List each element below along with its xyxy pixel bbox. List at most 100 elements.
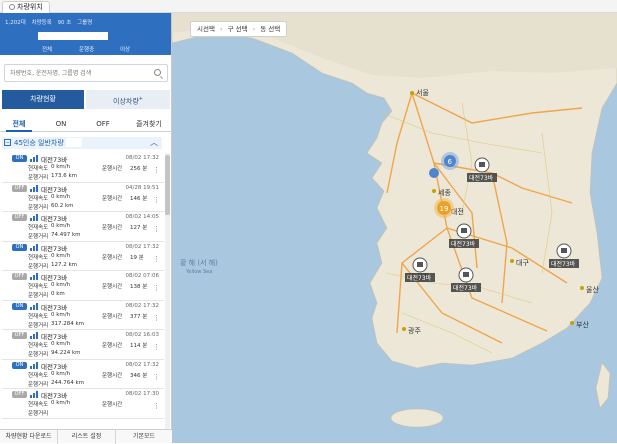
signal-icon — [30, 184, 38, 192]
speed-label: 현재속도 — [28, 372, 49, 379]
more-options-icon[interactable]: ⋮ — [153, 166, 160, 174]
label-all: 전체 — [42, 47, 53, 53]
drive-time-label: 운행시간 — [102, 402, 123, 408]
bus-body — [463, 272, 469, 277]
vehicle-row[interactable]: OFF 대전73바 08/02 17:30 현재속도 0 km/h 운행시간 운행거리 ⋮ — [2, 389, 164, 419]
signal-icon — [30, 302, 38, 310]
more-options-icon[interactable]: ⋮ — [153, 373, 160, 381]
vehicle-row[interactable]: OFF 대전73바 08/02 16:03 현재속도 0 km/h 운행시간 114 분 운행… — [2, 330, 164, 360]
breadcrumb: 시선택 › 구 선택 › 동 선택 — [190, 21, 288, 37]
crumb-dong[interactable]: 동 선택 — [260, 25, 280, 33]
vehicle-plate: 대전73바 — [41, 362, 68, 371]
drive-time-label: 운행시간 — [102, 225, 123, 231]
tab-off[interactable]: OFF — [90, 117, 116, 132]
vehicle-row[interactable]: ON 대전73바 08/02 17:32 현재속도 0 km/h 운행시간 346 분 운행거… — [2, 360, 164, 389]
bottom-toolbar: 차량현황 다운로드 리스트 설정 기본모드 — [0, 429, 172, 444]
speed-label: 현재속도 — [28, 313, 49, 320]
city-dot-ulsan — [580, 286, 584, 290]
scrollbar-thumb[interactable] — [165, 155, 170, 215]
distance-label: 운행거리 — [28, 293, 49, 299]
city-sejong: 세종 — [438, 188, 451, 197]
drive-time-label: 운행시간 — [102, 195, 123, 202]
distance-label: 운행거리 — [28, 322, 49, 329]
last-update-time: 08/02 14:05 — [125, 214, 159, 220]
search-icon[interactable] — [154, 69, 161, 76]
vehicle-plate: 대전73바 — [41, 244, 68, 253]
cluster-marker-19[interactable]: 19 — [434, 198, 454, 218]
speed-label: 현재속도 — [28, 254, 49, 261]
group-name[interactable]: 그룹명 — [77, 20, 92, 26]
marker-plate: 대전73바 — [469, 174, 494, 182]
tab-vehicle-status[interactable]: 차량현황 — [2, 90, 84, 109]
status-badge: OFF — [12, 214, 27, 221]
more-options-icon[interactable]: ⋮ — [153, 255, 160, 263]
cluster-marker-6[interactable]: 6 — [441, 152, 459, 170]
tab-vehicle-location[interactable]: 차량위치 — [2, 1, 50, 13]
status-badge: OFF — [12, 332, 27, 339]
crumb-city[interactable]: 시선택 — [197, 25, 215, 33]
city-dot-gwangju — [402, 327, 406, 331]
header-stats: 1,202대 차량등록 90 초 그룹명 — [5, 18, 96, 26]
vehicle-row[interactable]: ON 대전73바 08/02 17:32 현재속도 0 km/h 운행시간 377 분 운행거… — [2, 301, 164, 330]
drive-time-label: 운행시간 — [102, 313, 123, 320]
last-update-time: 08/02 17:32 — [125, 243, 159, 250]
tab-on[interactable]: ON — [48, 117, 74, 132]
vehicle-row[interactable]: ON 대전73바 08/02 17:32 현재속도 0 km/h 운행시간 256 분 운행거… — [2, 153, 164, 183]
last-update-time: 08/02 17:32 — [125, 302, 159, 309]
minus-icon[interactable]: − — [4, 139, 11, 146]
vehicle-count: 1,202대 — [5, 20, 26, 26]
more-options-icon[interactable]: ⋮ — [153, 225, 160, 233]
refresh-interval[interactable]: 90 초 — [58, 20, 72, 26]
distance-value: 0 km — [51, 291, 65, 297]
map-canvas[interactable]: 황 해 (서 해) Yellow Sea 서울 세종 대전 전주 광주 대구 부… — [172, 13, 617, 443]
chevron-right-icon: › — [219, 25, 223, 33]
signal-icon — [30, 214, 38, 221]
status-badge: OFF — [12, 184, 27, 192]
vehicle-row[interactable]: ON 대전73바 08/02 17:32 현재속도 0 km/h 운행시간 19 분 운행거리… — [2, 242, 164, 271]
cluster-marker-small[interactable] — [429, 168, 439, 178]
more-options-icon[interactable]: ⋮ — [153, 284, 160, 292]
vehicle-row[interactable]: OFF 대전73바 08/02 07:06 현재속도 0 km/h 운행시간 138 분 운행… — [2, 271, 164, 301]
tab-title: 차량위치 — [17, 3, 43, 11]
search-input[interactable] — [5, 65, 145, 81]
city-dot-sejong — [432, 189, 436, 193]
default-mode-button[interactable]: 기본모드 — [116, 430, 172, 444]
distance-value: 173.6 km — [51, 173, 78, 179]
drive-time-value: 377 분 — [130, 313, 148, 320]
list-scrollbar[interactable] — [165, 153, 170, 429]
tab-favorites[interactable]: 즐겨찾기 — [130, 117, 168, 132]
chevron-up-icon[interactable]: ︿ — [150, 137, 158, 148]
status-badge: OFF — [12, 391, 27, 398]
last-update-time: 04/28 19:51 — [125, 184, 159, 191]
status-badge: ON — [12, 155, 27, 162]
more-options-icon[interactable]: ⋮ — [153, 402, 160, 410]
distance-label: 운행거리 — [28, 263, 49, 270]
bus-body — [417, 262, 423, 267]
speed-value: 0 km/h — [51, 370, 71, 377]
more-options-icon[interactable]: ⋮ — [153, 343, 160, 351]
vehicle-list: ON 대전73바 08/02 17:32 현재속도 0 km/h 운행시간 256 분 운행거… — [2, 153, 164, 429]
vehicle-row[interactable]: OFF 대전73바 08/02 14:05 현재속도 0 km/h 운행시간 127 분 운행… — [2, 212, 164, 242]
status-badge: ON — [12, 361, 27, 369]
speed-label: 현재속도 — [28, 166, 49, 172]
drive-time-label: 운행시간 — [102, 166, 123, 172]
group-header[interactable]: − 45인승 일반차량 ︿ — [2, 137, 162, 149]
map-view[interactable]: 황 해 (서 해) Yellow Sea 서울 세종 대전 전주 광주 대구 부… — [172, 13, 617, 443]
sea-label-en: Yellow Sea — [185, 269, 212, 275]
tab-all[interactable]: 전체 — [6, 117, 32, 132]
tab-abnormal-vehicle[interactable]: 이상차량+ — [86, 90, 170, 109]
last-update-time: 08/02 17:32 — [125, 361, 159, 368]
speed-value: 0 km/h — [51, 164, 71, 170]
list-settings-button[interactable]: 리스트 설정 — [58, 430, 116, 444]
speed-label: 현재속도 — [28, 284, 49, 290]
city-dot-busan — [570, 321, 574, 325]
speed-value: 0 km/h — [51, 223, 71, 229]
crumb-district[interactable]: 구 선택 — [228, 25, 248, 33]
download-button[interactable]: 차량현황 다운로드 — [0, 430, 58, 444]
vehicle-row[interactable]: OFF 대전73바 04/28 19:51 현재속도 0 km/h 운행시간 146 분 운행… — [2, 183, 164, 212]
drive-time-value: 346 분 — [130, 372, 148, 379]
more-options-icon[interactable]: ⋮ — [153, 314, 160, 322]
status-badge: ON — [12, 243, 27, 251]
more-options-icon[interactable]: ⋮ — [153, 196, 160, 204]
speed-value: 0 km/h — [51, 400, 71, 406]
